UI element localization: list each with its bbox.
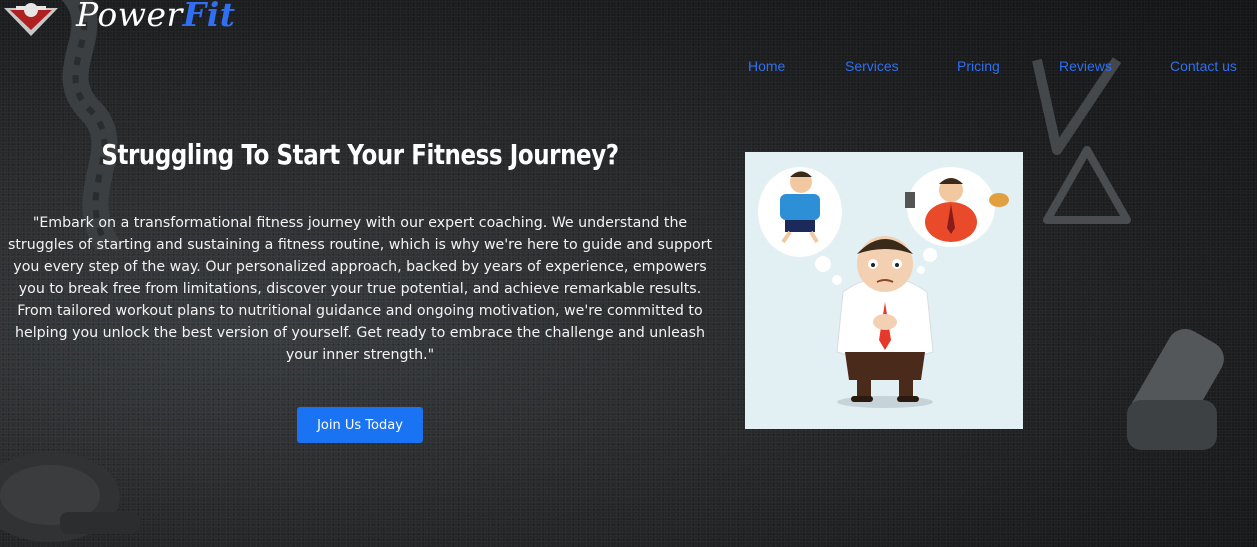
logo-text: PowerFit (76, 0, 236, 31)
logo-text-power: Power (76, 0, 183, 34)
nav-link-contact[interactable]: Contact us (1170, 58, 1237, 74)
logo[interactable]: PowerFit (0, 0, 236, 36)
join-us-button[interactable]: Join Us Today (297, 407, 423, 443)
nav-link-services[interactable]: Services (845, 58, 899, 74)
logo-text-fit: Fit (182, 0, 236, 34)
hero-title: Struggling To Start Your Fitness Journey… (101, 138, 619, 171)
hero-description: "Embark on a transformational fitness jo… (7, 215, 713, 363)
logo-emblem-icon (4, 3, 58, 36)
nav-link-reviews[interactable]: Reviews (1059, 58, 1112, 74)
dumbbell-decoration (0, 452, 140, 542)
nav-link-pricing[interactable]: Pricing (957, 58, 1000, 74)
nav-link-home[interactable]: Home (748, 58, 785, 74)
main-nav: Home Services Pricing Reviews Contact us (748, 58, 1257, 80)
fitness-illustration (745, 152, 1023, 429)
